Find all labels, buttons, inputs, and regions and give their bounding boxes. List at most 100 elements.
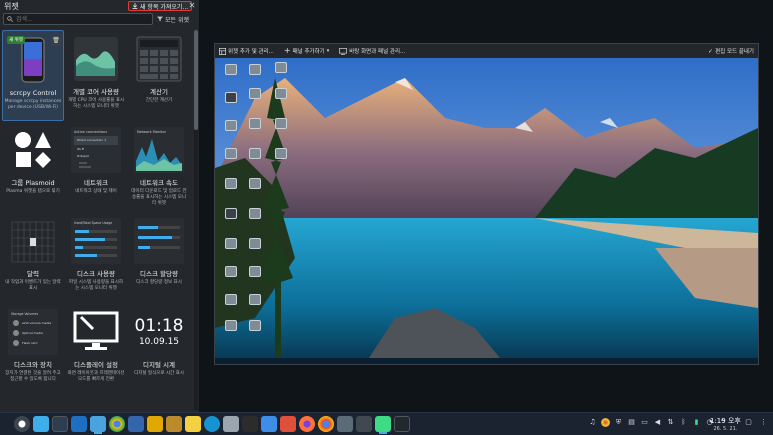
widget-disk-usage[interactable]: Used/Total Space Usage 디스크 사용량 파일 시스템 사용…	[65, 212, 127, 303]
desktop-icon[interactable]	[249, 266, 261, 277]
arrow-right-icon[interactable]	[356, 416, 372, 432]
pager-icon[interactable]	[33, 416, 49, 432]
color-picker-icon[interactable]	[601, 418, 610, 427]
exit-edit-mode-button[interactable]: ✓ 편집 모드 끝내기	[708, 47, 754, 56]
desktop-icon[interactable]	[225, 148, 237, 159]
doc-viewer-icon[interactable]	[223, 416, 239, 432]
search-input[interactable]	[16, 14, 146, 24]
shield-icon[interactable]: ⛨	[614, 418, 623, 427]
calculator-icon	[133, 33, 185, 85]
widget-name: 디스플레이 설정	[74, 361, 118, 369]
clipboard-icon[interactable]: ▤	[627, 418, 636, 427]
virtualbox-icon[interactable]	[128, 416, 144, 432]
terminal-icon[interactable]	[394, 416, 410, 432]
digital-clock-icon: 01:18 10.09.15	[133, 306, 185, 358]
bluetooth-icon[interactable]: ᛒ	[679, 418, 688, 427]
desktop-icon[interactable]	[275, 62, 287, 73]
desktop-icon[interactable]	[249, 118, 261, 129]
desktop-icon[interactable]	[225, 266, 237, 277]
get-new-widgets-button[interactable]: 새 항목 가져오기...	[128, 1, 193, 11]
chrome-icon[interactable]	[109, 416, 125, 432]
display-icon[interactable]: ▭	[640, 418, 649, 427]
desktop-icon[interactable]	[249, 64, 261, 75]
devices-thumb-item: Optical media	[22, 331, 43, 335]
mail-icon[interactable]	[261, 416, 277, 432]
widget-desc: 개별 CPU 코어 사용률을 표시하는 시스템 모니터 위젯	[67, 98, 125, 109]
app-icon[interactable]	[166, 416, 182, 432]
desktop-icon[interactable]	[225, 120, 237, 131]
app-launcher-icon[interactable]	[14, 416, 30, 432]
desktop-icon[interactable]	[249, 88, 261, 99]
clock-date: 26. 5. 21.	[713, 426, 738, 432]
android-icon[interactable]	[375, 416, 391, 434]
widget-desc: 데이터 다운로드 및 업로드 전송률을 표시하는 시스템 모니터 위젯	[131, 189, 187, 206]
add-panel-button[interactable]: + 패널 추가하기 ▾	[284, 47, 329, 56]
scrollbar-thumb[interactable]	[194, 30, 198, 130]
network-icon[interactable]: ⇅	[666, 418, 675, 427]
widget-group-plasmoid[interactable]: 그룹 Plasmoid Plasma 위젯을 탭으로 묶기	[2, 121, 64, 212]
desktop-icon[interactable]	[249, 148, 261, 159]
panel-menu-icon[interactable]: ⋮	[759, 418, 768, 427]
desktop-icon[interactable]	[275, 148, 287, 159]
net-thumb-wired: Wired connection 1	[77, 138, 106, 142]
desktop-icon[interactable]	[275, 88, 287, 99]
widget-scrcpy-control[interactable]: 새 위젯 🗑 scrcpy Control Manage scrcpy inst…	[2, 30, 64, 121]
app-icon[interactable]	[337, 416, 353, 432]
files-icon[interactable]	[147, 416, 163, 432]
desktop-panel-icon	[339, 47, 348, 55]
uninstall-icon[interactable]: 🗑	[51, 36, 61, 46]
gnome-terminal-icon[interactable]	[52, 416, 68, 432]
desktop-icon[interactable]	[249, 320, 261, 331]
devices-thumb-item: Flash card	[22, 341, 37, 345]
calendar-app-icon[interactable]	[280, 416, 296, 432]
close-icon[interactable]: ✕	[188, 1, 196, 11]
widget-network-speed[interactable]: Network Monitor 네트워크 속도 데이터 다운로드 및 업로드 전…	[128, 121, 190, 212]
desktop-icon[interactable]	[225, 178, 237, 189]
widget-desc: 화면 레이아웃과 프레젠테이션 모드를 빠르게 전환	[67, 371, 125, 382]
show-desktop-icon[interactable]: ▢	[744, 418, 753, 427]
search-field[interactable]	[3, 13, 153, 25]
add-widgets-button[interactable]: 위젯 추가 및 관리...	[219, 47, 274, 55]
desktop-icon[interactable]	[225, 64, 237, 75]
desktop-icon[interactable]	[225, 238, 237, 249]
widget-disk-quota[interactable]: 디스크 할당량 디스크 할당량 정보 표시	[128, 212, 190, 303]
widget-desc: 디지털 형식으로 시간 표시	[134, 371, 184, 377]
chrome-icon[interactable]	[318, 416, 334, 432]
settings-icon[interactable]	[204, 416, 220, 432]
desktop-icon[interactable]	[225, 92, 237, 103]
digital-clock[interactable]: 1:19 오후 26. 5. 21.	[710, 416, 741, 432]
desktop-icon[interactable]	[249, 208, 261, 219]
firefox-icon[interactable]	[299, 416, 315, 432]
music-icon[interactable]: ♫	[588, 418, 597, 427]
widget-calendar[interactable]: 달력 내 작업과 이벤트가 있는 달력 표시	[2, 212, 64, 303]
widget-desc: 디스크 할당량 정보 표시	[136, 280, 182, 286]
widget-network[interactable]: Active connections Wired connection 1 Wi…	[65, 121, 127, 212]
vscode-icon[interactable]	[242, 416, 258, 432]
desktop-icon[interactable]	[225, 208, 237, 219]
desktop-icon[interactable]	[225, 320, 237, 331]
folder-icon[interactable]	[90, 416, 106, 434]
widget-per-core-usage[interactable]: 개별 코어 사용량 개별 CPU 코어 사용률을 표시하는 시스템 모니터 위젯	[65, 30, 127, 121]
desktop-icon[interactable]	[275, 118, 287, 129]
volume-icon[interactable]: ◀	[653, 418, 662, 427]
desktop-icon[interactable]	[225, 294, 237, 305]
widget-name: 네트워크	[84, 179, 108, 187]
desktop-icon[interactable]	[249, 238, 261, 249]
widget-name: scrcpy Control	[9, 89, 57, 97]
widget-calculator[interactable]: 계산기 간단한 계산기	[128, 30, 190, 121]
battery-icon[interactable]: ▮	[692, 418, 701, 427]
clock-time: 1:19 오후	[710, 417, 741, 425]
onenote-icon[interactable]	[71, 416, 87, 432]
sticky-notes-icon[interactable]	[185, 416, 201, 432]
configure-displays-button[interactable]: 바탕 화면과 패널 관리...	[339, 47, 405, 55]
widget-display-config[interactable]: 디스플레이 설정 화면 레이아웃과 프레젠테이션 모드를 빠르게 전환	[65, 303, 127, 394]
disk-thumb-title: Used/Total Space Usage	[74, 221, 112, 225]
desktop-icon[interactable]	[249, 294, 261, 305]
desktop-icon[interactable]	[249, 178, 261, 189]
widget-disks-devices[interactable]: Storage Volumes ext4 volume media Optica…	[2, 303, 64, 394]
category-filter-button[interactable]: 모든 위젯	[157, 15, 189, 24]
panel-scrollbar[interactable]	[194, 30, 198, 410]
widget-name: 그룹 Plasmoid	[11, 179, 55, 187]
netspeed-thumb-title: Network Monitor	[137, 130, 167, 134]
widget-digital-clock[interactable]: 01:18 10.09.15 디지털 시계 디지털 형식으로 시간 표시	[128, 303, 190, 394]
